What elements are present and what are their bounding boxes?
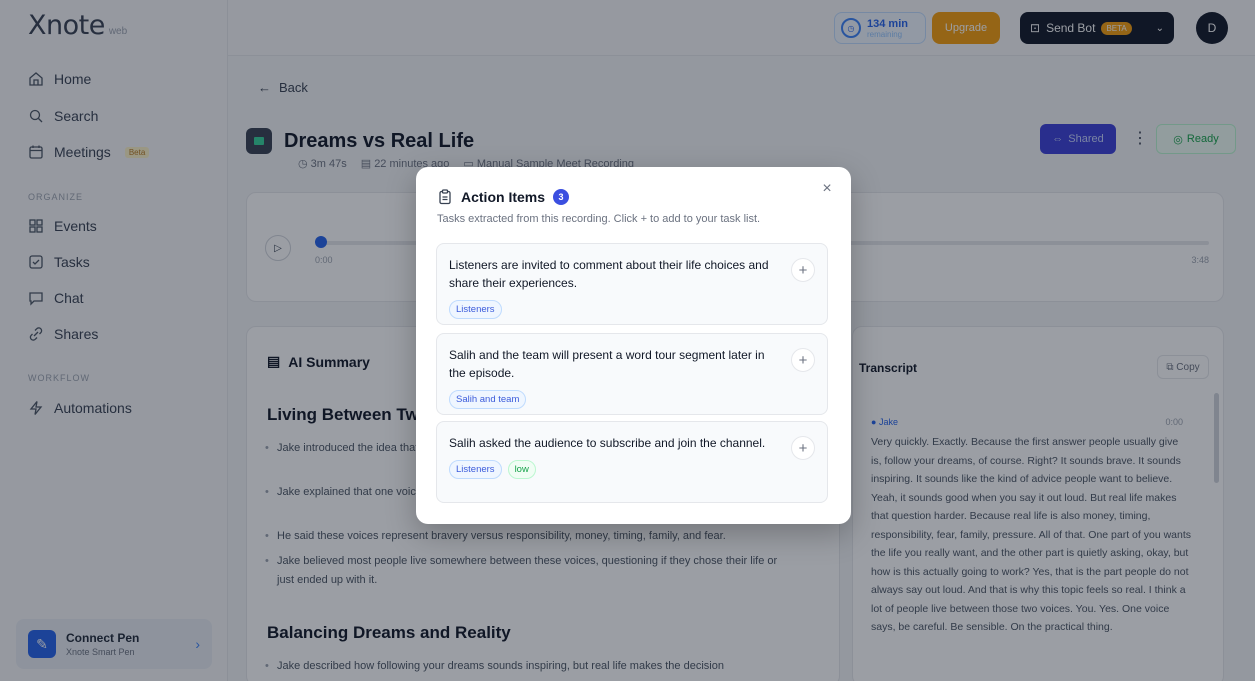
action-items-dialog: Action Items 3 × Tasks extracted from th… [416,167,851,524]
priority-tag: low [507,460,536,479]
add-task-button[interactable]: + [791,258,815,282]
dialog-header: Action Items 3 [437,189,570,205]
action-item-card: Salih asked the audience to subscribe an… [436,421,828,503]
dialog-subtitle: Tasks extracted from this recording. Cli… [437,213,761,225]
action-item-card: Listeners are invited to comment about t… [436,243,828,325]
count-badge: 3 [553,189,570,205]
add-task-button[interactable]: + [791,436,815,460]
action-item-text: Listeners are invited to comment about t… [449,258,769,290]
action-item-text: Salih asked the audience to subscribe an… [449,436,766,450]
assignee-tag: Salih and team [449,390,527,409]
dialog-title: Action Items [461,189,546,205]
assignee-tag: Listeners [449,300,502,319]
action-item-text: Salih and the team will present a word t… [449,348,765,380]
add-task-button[interactable]: + [791,348,815,372]
assignee-tag: Listeners [449,460,502,479]
clipboard-icon [439,189,451,205]
close-icon[interactable]: × [817,179,837,199]
action-item-card: Salih and the team will present a word t… [436,333,828,415]
